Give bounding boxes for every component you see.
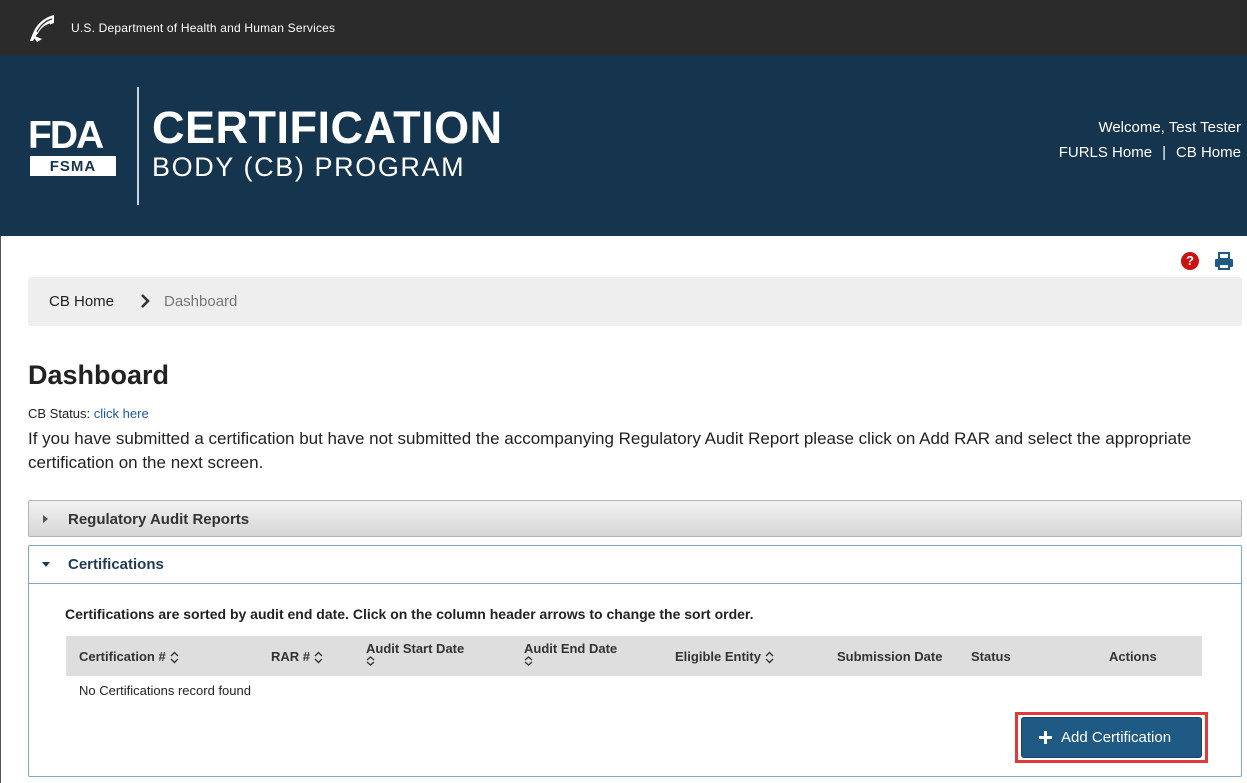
sort-icon[interactable]	[524, 656, 533, 666]
column-audit-start-date[interactable]: Audit Start Date	[366, 641, 464, 666]
program-banner: FDA FSMA CERTIFICATION BODY (CB) PROGRAM…	[0, 55, 1247, 236]
breadcrumb: CB Home Dashboard	[28, 277, 1242, 326]
link-separator: |	[1162, 144, 1166, 161]
hhs-agency-name: U.S. Department of Health and Human Serv…	[71, 21, 336, 35]
accordion-rar-label: Regulatory Audit Reports	[68, 511, 250, 528]
svg-text:FSMA: FSMA	[50, 158, 97, 175]
furls-home-link[interactable]: FURLS Home	[1059, 144, 1152, 161]
cb-status-link[interactable]: click here	[94, 406, 149, 421]
breadcrumb-current: Dashboard	[164, 293, 238, 310]
page-title: Dashboard	[28, 360, 170, 390]
sort-icon[interactable]	[170, 651, 179, 664]
accordion-regulatory-audit-reports[interactable]: Regulatory Audit Reports	[28, 500, 1242, 537]
program-title: CERTIFICATION	[152, 102, 503, 153]
banner-divider	[137, 87, 139, 205]
print-icon[interactable]	[1214, 252, 1234, 270]
add-certification-label: Add Certification	[1061, 729, 1172, 746]
header-links: FURLS Home | CB Home	[1059, 144, 1241, 161]
welcome-message: Welcome, Test Tester	[1098, 119, 1241, 136]
svg-text:FDA: FDA	[28, 114, 104, 157]
plus-icon	[1039, 731, 1052, 744]
cb-status-label: CB Status:	[28, 406, 91, 421]
hhs-top-bar: U.S. Department of Health and Human Serv…	[0, 0, 1247, 55]
intro-text: If you have submitted a certification bu…	[28, 429, 1192, 472]
empty-table-message: No Certifications record found	[79, 683, 251, 698]
column-audit-end-date[interactable]: Audit End Date	[524, 641, 617, 666]
column-submission-date: Submission Date	[837, 649, 943, 664]
column-certification-number[interactable]: Certification #	[79, 649, 179, 664]
cb-status: CB Status: click here	[28, 406, 149, 421]
breadcrumb-cb-home[interactable]: CB Home	[49, 293, 114, 310]
caret-right-icon	[43, 515, 48, 523]
chevron-right-icon	[141, 294, 150, 308]
accordion-certifications-header[interactable]: Certifications	[29, 546, 1241, 584]
sort-icon[interactable]	[765, 651, 774, 664]
sort-icon[interactable]	[366, 656, 375, 666]
column-actions: Actions	[1109, 649, 1157, 664]
add-certification-button[interactable]: Add Certification	[1021, 717, 1202, 758]
accordion-certifications-label: Certifications	[68, 556, 164, 573]
sort-instructions: Certifications are sorted by audit end d…	[65, 606, 754, 622]
certifications-table-header: Certification # RAR # Audit Start Date A…	[66, 636, 1202, 676]
program-subtitle: BODY (CB) PROGRAM	[152, 152, 466, 182]
caret-down-icon	[42, 562, 50, 567]
help-icon[interactable]: ?	[1181, 252, 1199, 270]
cb-home-link[interactable]: CB Home	[1176, 144, 1241, 161]
hhs-eagle-logo	[30, 15, 54, 42]
column-eligible-entity[interactable]: Eligible Entity	[675, 649, 774, 664]
sort-icon[interactable]	[314, 651, 323, 664]
column-rar-number[interactable]: RAR #	[271, 649, 323, 664]
fda-fsma-logo: FDA FSMA	[28, 114, 116, 176]
column-status: Status	[971, 649, 1011, 664]
